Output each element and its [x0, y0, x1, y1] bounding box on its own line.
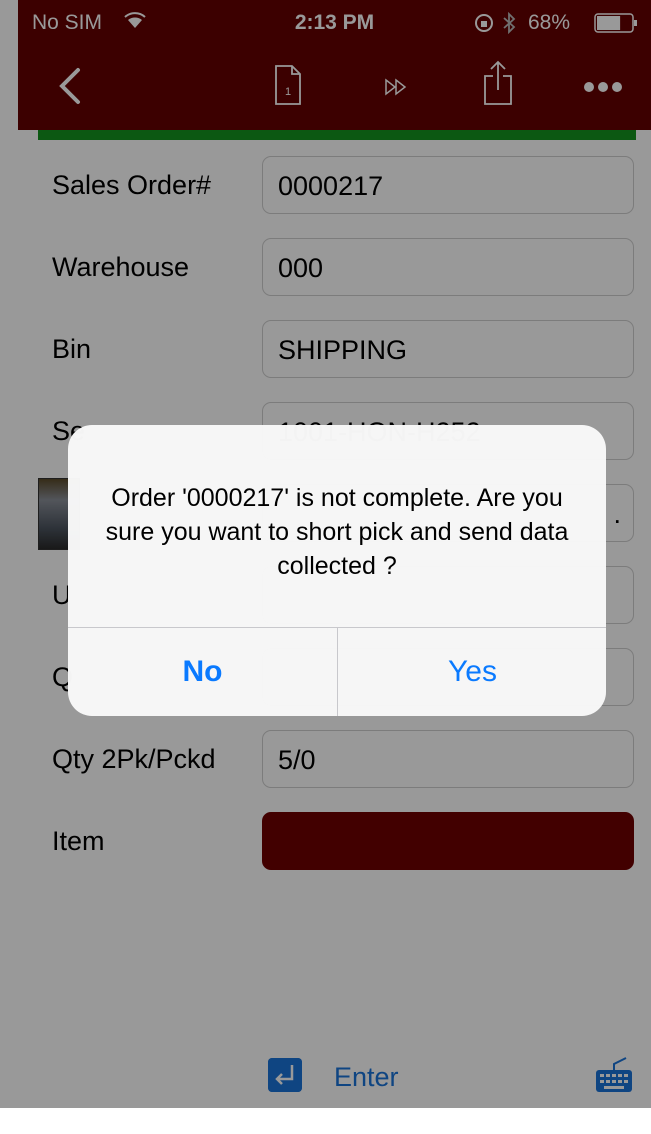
no-button[interactable]: No: [68, 628, 337, 716]
alert-message: Order '0000217' is not complete. Are you…: [105, 484, 569, 580]
short-pick-alert: Order '0000217' is not complete. Are you…: [68, 425, 606, 716]
yes-button[interactable]: Yes: [338, 628, 606, 716]
